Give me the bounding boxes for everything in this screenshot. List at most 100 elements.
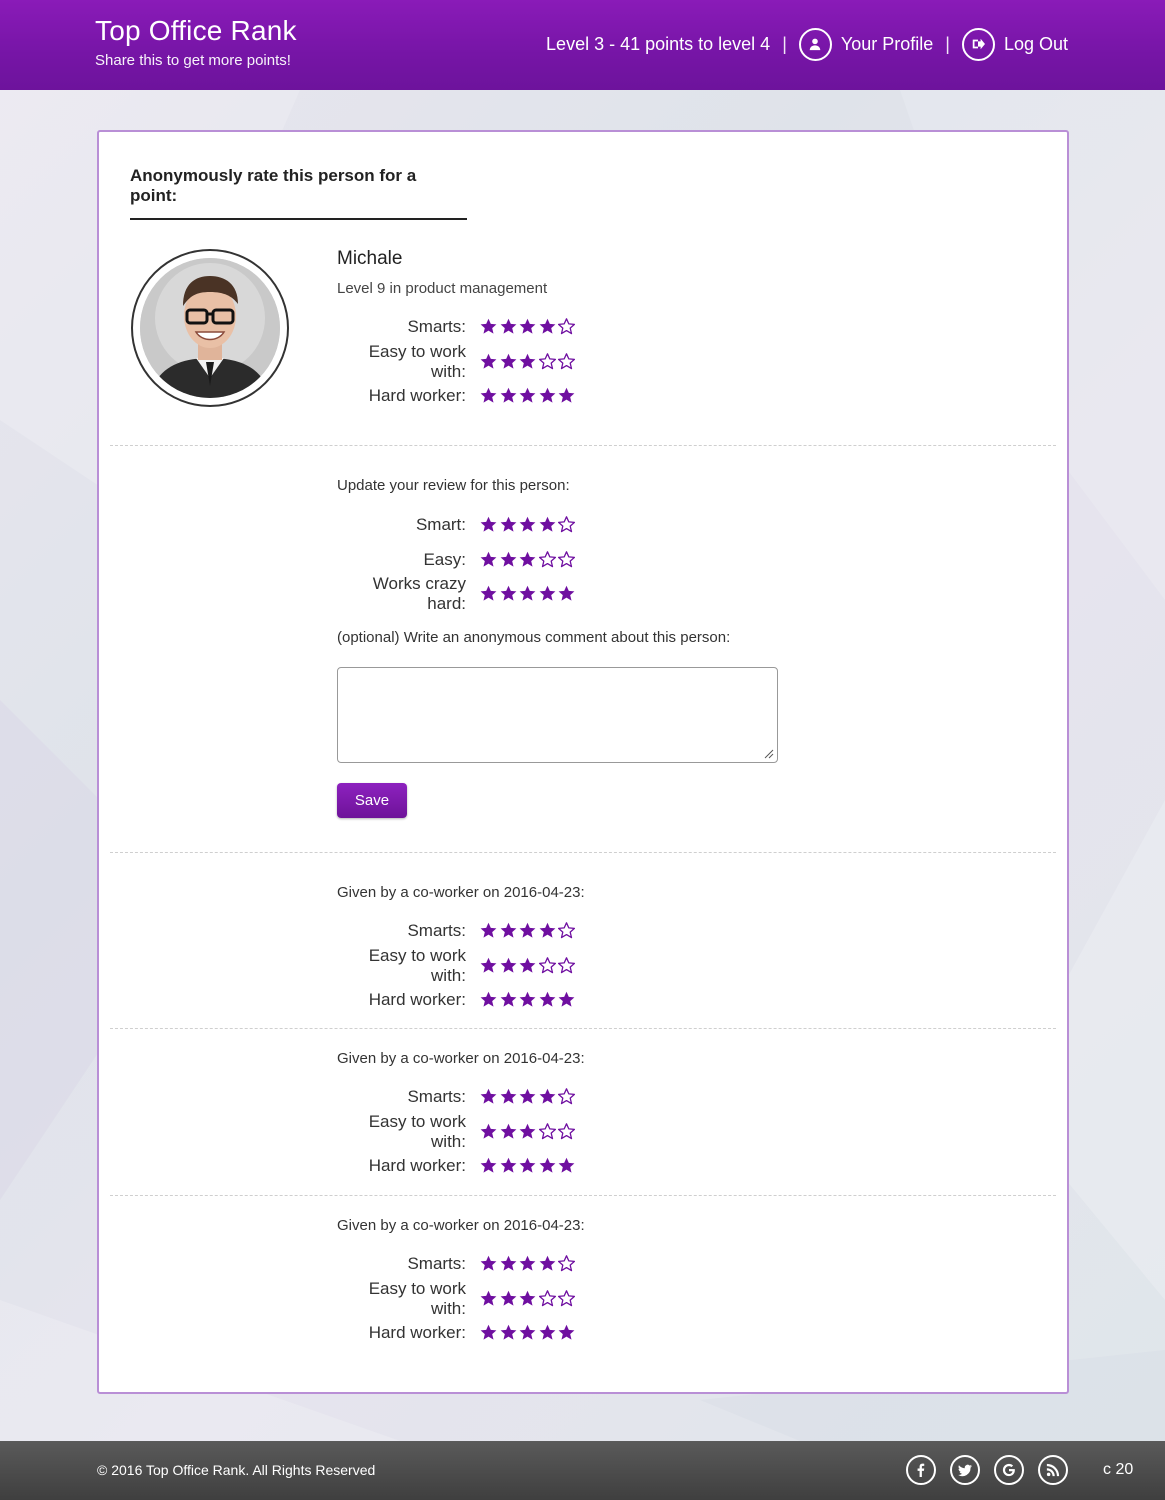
comment-textarea[interactable] <box>337 666 778 763</box>
review-ratings: Smarts: Easy to work with: Hard worker: <box>337 1080 585 1184</box>
rating-label: Smarts: <box>407 1254 466 1274</box>
star-filled-icon[interactable] <box>519 516 539 534</box>
star-filled-icon[interactable] <box>558 585 578 603</box>
star-filled-icon <box>480 387 500 405</box>
star-filled-icon <box>500 1123 520 1141</box>
nav-separator: | <box>945 33 950 54</box>
review-heading: Given by a co-worker on 2016-04-23: <box>337 1217 585 1234</box>
rating-row: Easy to work with: <box>337 946 585 985</box>
twitter-icon <box>958 1464 972 1477</box>
person-name: Michale <box>337 248 403 269</box>
brand[interactable]: Top Office Rank Share this to get more p… <box>95 14 297 69</box>
star-filled-icon[interactable] <box>500 585 520 603</box>
star-rating <box>480 387 578 405</box>
star-filled-icon <box>558 1324 578 1342</box>
star-filled-icon <box>519 1255 539 1273</box>
star-filled-icon <box>519 957 539 975</box>
person-level: Level 9 in product management <box>337 280 548 297</box>
review-item: Given by a co-worker on 2016-04-23: Smar… <box>337 884 585 1018</box>
star-filled-icon[interactable] <box>539 585 559 603</box>
star-empty-icon <box>558 1289 578 1308</box>
avatar <box>131 249 289 407</box>
star-rating[interactable] <box>480 550 578 569</box>
save-button[interactable]: Save <box>337 782 407 818</box>
star-filled-icon <box>519 318 539 336</box>
twitter-link[interactable] <box>950 1455 980 1485</box>
log-out-link[interactable]: Log Out <box>961 27 1068 61</box>
comment-field-wrap <box>337 666 778 763</box>
star-filled-icon[interactable] <box>519 585 539 603</box>
top-nav: Level 3 - 41 points to level 4 | Your Pr… <box>546 26 1068 62</box>
rating-label: Easy to work with: <box>368 341 466 381</box>
star-empty-icon[interactable] <box>558 516 578 534</box>
star-filled-icon[interactable] <box>480 516 500 534</box>
star-filled-icon <box>480 1088 500 1106</box>
top-bar: Top Office Rank Share this to get more p… <box>0 0 1165 90</box>
star-rating[interactable] <box>480 585 578 603</box>
rating-row: Works crazy hard: <box>337 574 778 614</box>
star-rating <box>480 352 578 371</box>
star-filled-icon <box>519 1088 539 1106</box>
rating-label: Works crazy hard: <box>372 574 466 614</box>
your-profile-link[interactable]: Your Profile <box>798 27 933 61</box>
star-filled-icon <box>480 1123 500 1141</box>
rating-label: Smart: <box>415 515 466 535</box>
google-link[interactable] <box>994 1455 1024 1485</box>
star-filled-icon <box>500 387 520 405</box>
log-out-label: Log Out <box>1003 33 1068 54</box>
review-item: Given by a co-worker on 2016-04-23: Smar… <box>337 1217 585 1351</box>
star-rating <box>480 1157 578 1175</box>
star-empty-icon <box>538 956 559 975</box>
star-filled-icon <box>500 957 520 975</box>
level-status: Level 3 - 41 points to level 4 <box>546 33 771 54</box>
star-empty-icon <box>558 1122 578 1141</box>
star-filled-icon[interactable] <box>500 516 520 534</box>
star-rating[interactable] <box>480 516 578 534</box>
person-summary: Michale Level 9 in product management Sm… <box>337 248 578 414</box>
resize-grip-icon[interactable] <box>764 749 774 759</box>
section-divider <box>110 1195 1056 1196</box>
person-ratings: Smarts: Easy to work with: Hard worker: <box>337 310 578 414</box>
rss-link[interactable] <box>1038 1455 1068 1485</box>
rating-row: Hard worker: <box>337 1149 585 1184</box>
star-filled-icon[interactable] <box>539 516 559 534</box>
star-empty-icon[interactable] <box>538 550 559 569</box>
brand-title[interactable]: Top Office Rank <box>95 14 297 48</box>
star-filled-icon <box>500 1255 520 1273</box>
star-filled-icon <box>480 922 500 940</box>
facebook-link[interactable] <box>906 1455 936 1485</box>
review-ratings: Smarts: Easy to work with: Hard worker: <box>337 914 585 1018</box>
rating-label: Easy: <box>423 549 466 569</box>
star-filled-icon[interactable] <box>480 585 500 603</box>
comment-label: (optional) Write an anonymous comment ab… <box>337 628 731 646</box>
star-filled-icon <box>539 1157 559 1175</box>
nav-separator: | <box>782 33 787 54</box>
star-filled-icon <box>500 1088 520 1106</box>
star-filled-icon[interactable] <box>500 551 520 569</box>
star-empty-icon[interactable] <box>558 550 578 569</box>
star-rating <box>480 1324 578 1342</box>
update-review-form: Update your review for this person: Smar… <box>337 477 778 818</box>
update-heading: Update your review for this person: <box>337 477 570 494</box>
review-heading: Given by a co-worker on 2016-04-23: <box>337 1050 585 1067</box>
star-empty-icon <box>558 1088 578 1106</box>
star-filled-icon <box>480 318 500 336</box>
rating-row: Easy: <box>337 543 778 578</box>
star-filled-icon <box>519 1123 539 1141</box>
rating-row: Hard worker: <box>337 983 585 1018</box>
star-rating <box>480 956 578 975</box>
star-filled-icon <box>480 1157 500 1175</box>
rating-row: Smarts: <box>337 1247 585 1282</box>
star-filled-icon[interactable] <box>519 551 539 569</box>
star-empty-icon <box>538 1122 559 1141</box>
brand-subtitle[interactable]: Share this to get more points! <box>95 52 297 69</box>
star-empty-icon <box>558 956 578 975</box>
star-filled-icon <box>519 922 539 940</box>
rating-label: Smarts: <box>407 317 466 337</box>
rating-label: Hard worker: <box>368 990 466 1010</box>
star-filled-icon <box>519 1157 539 1175</box>
star-filled-icon <box>519 1324 539 1342</box>
star-filled-icon <box>500 353 520 371</box>
review-ratings: Smarts: Easy to work with: Hard worker: <box>337 1247 585 1351</box>
star-filled-icon[interactable] <box>480 551 500 569</box>
